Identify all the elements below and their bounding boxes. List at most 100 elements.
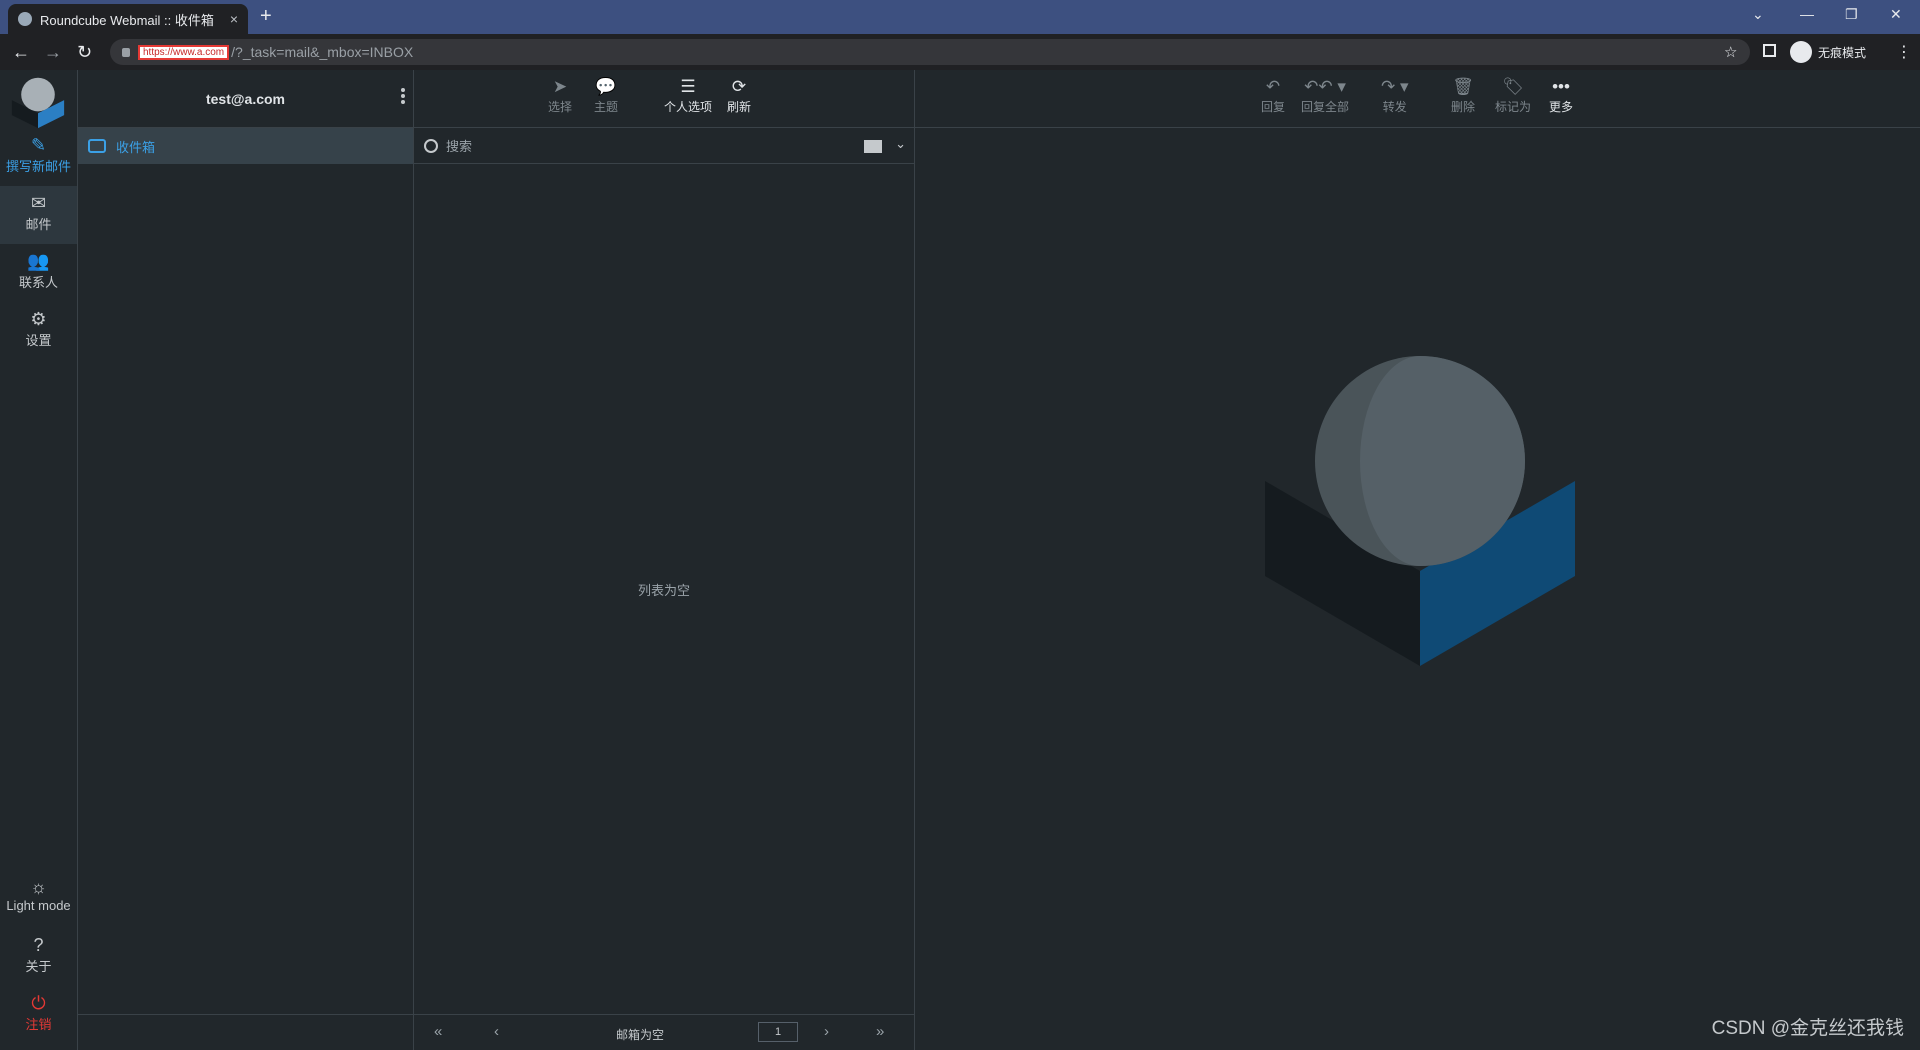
comments-icon: 💬	[595, 77, 617, 96]
envelope-filter-icon[interactable]	[864, 140, 882, 153]
bookmark-star-icon[interactable]: ☆	[1724, 43, 1737, 61]
folder-options-kebab-icon[interactable]	[401, 88, 405, 108]
sun-icon: ☼	[30, 877, 47, 897]
reply-all-label: 回复全部	[1301, 100, 1350, 114]
power-icon: ⏻	[31, 993, 46, 1013]
nav-contacts-label: 联系人	[18, 275, 58, 290]
envelope-icon: ✉	[30, 193, 47, 213]
sliders-icon: ☰	[680, 77, 696, 96]
account-name: test@a.com	[205, 90, 285, 107]
forward-icon: ↷ ▾	[1381, 77, 1409, 96]
url-host: https://www.a.com	[138, 44, 230, 60]
side-panel-icon[interactable]	[1763, 44, 1776, 57]
more-label: 更多	[1549, 100, 1574, 114]
roundcube-logo-icon[interactable]	[10, 74, 66, 130]
gear-icon: ⚙	[30, 309, 47, 329]
empty-list-message: 列表为空	[637, 583, 690, 598]
trash-icon: 🗑	[1452, 77, 1474, 96]
light-mode-label: Light mode	[6, 898, 71, 913]
tab-search-icon[interactable]: ⌄	[1752, 6, 1764, 23]
folder-item-inbox[interactable]: 收件箱	[78, 128, 413, 164]
cursor-icon: ➤	[552, 77, 568, 96]
threads-label: 主题	[594, 100, 619, 114]
search-icon	[424, 138, 438, 153]
mailbox-status: 邮箱为空	[616, 1028, 665, 1042]
previous-page-icon[interactable]: ‹	[494, 1023, 499, 1040]
logout-button[interactable]: ⏻ 注销	[0, 986, 77, 1044]
message-toolbar: ↶ 回复 ↶↶ ▾ 回复全部 ↷ ▾ 转发 🗑 删除 🏷 标记为 ••• 更多	[915, 70, 1920, 128]
url-field[interactable]: https://www.a.com /?_task=mail&_mbox=INB…	[110, 39, 1750, 65]
restore-icon[interactable]: ❐	[1845, 6, 1858, 23]
incognito-label: 无痕模式	[1818, 45, 1867, 60]
mark-label: 标记为	[1495, 100, 1532, 114]
mark-button[interactable]: 🏷 标记为	[1495, 76, 1531, 115]
nav-settings-label: 设置	[25, 333, 52, 348]
folder-pane-header: test@a.com	[78, 70, 413, 128]
compose-button[interactable]: ✎ 撰写新邮件	[0, 128, 77, 186]
more-button[interactable]: ••• 更多	[1549, 76, 1573, 115]
forward-label: 转发	[1382, 100, 1407, 114]
csdn-watermark: CSDN @金克丝还我钱	[1711, 1018, 1904, 1039]
browser-tab-bar: Roundcube Webmail :: 收件箱 × + ⌄ — ❐ ✕	[0, 0, 1920, 34]
close-window-icon[interactable]: ✕	[1890, 6, 1902, 23]
nav-mail[interactable]: ✉ 邮件	[0, 186, 77, 244]
reply-all-button[interactable]: ↶↶ ▾ 回复全部	[1301, 76, 1349, 115]
delete-button[interactable]: 🗑 删除	[1451, 76, 1475, 115]
search-input[interactable]: 搜索	[446, 136, 472, 155]
select-label: 选择	[548, 100, 573, 114]
roundcube-app: ✎ 撰写新邮件 ✉ 邮件 👥 联系人 ⚙ 设置 ☼ Light mode ? 关…	[0, 70, 1920, 1050]
reply-all-icon: ↶↶ ▾	[1304, 77, 1346, 96]
folder-pane-footer	[78, 1014, 413, 1050]
select-button[interactable]: ➤ 选择	[548, 76, 572, 115]
reply-label: 回复	[1261, 100, 1286, 114]
list-toolbar: ➤ 选择 💬 主题 ☰ 个人选项 ⟳ 刷新	[414, 70, 914, 128]
roundcube-favicon-icon	[18, 12, 32, 26]
about-label: 关于	[25, 959, 52, 974]
lock-icon	[122, 47, 130, 57]
reply-button[interactable]: ↶ 回复	[1261, 76, 1285, 115]
minimize-icon[interactable]: —	[1800, 6, 1814, 22]
chevron-down-icon[interactable]: ⌄	[895, 136, 906, 152]
logout-label: 注销	[25, 1017, 52, 1032]
message-preview-pane: ↶ 回复 ↶↶ ▾ 回复全部 ↷ ▾ 转发 🗑 删除 🏷 标记为 ••• 更多	[915, 70, 1920, 1050]
forward-button[interactable]: ↷ ▾ 转发	[1381, 76, 1409, 115]
compose-label: 撰写新邮件	[5, 159, 71, 174]
users-icon: 👥	[27, 251, 50, 271]
folder-item-label: 收件箱	[116, 139, 156, 155]
nav-contacts[interactable]: 👥 联系人	[0, 244, 77, 302]
new-tab-button[interactable]: +	[260, 5, 272, 28]
threads-button[interactable]: 💬 主题	[594, 76, 618, 115]
delete-label: 删除	[1451, 100, 1476, 114]
light-mode-button[interactable]: ☼ Light mode	[0, 870, 77, 928]
tab-title: Roundcube Webmail :: 收件箱	[40, 12, 214, 28]
list-options-button[interactable]: ☰ 个人选项	[664, 76, 712, 115]
tag-icon: 🏷	[1502, 77, 1524, 96]
browser-tab[interactable]: Roundcube Webmail :: 收件箱 ×	[8, 4, 248, 34]
incognito-badge[interactable]: 无痕模式	[1790, 40, 1866, 64]
compose-icon: ✎	[30, 135, 47, 155]
refresh-button[interactable]: ⟳ 刷新	[727, 76, 751, 115]
roundcube-watermark-logo-icon	[1265, 356, 1575, 666]
url-path: /?_task=mail&_mbox=INBOX	[231, 44, 414, 60]
refresh-icon: ⟳	[731, 77, 747, 96]
folder-pane: test@a.com 收件箱	[78, 70, 414, 1050]
nav-settings[interactable]: ⚙ 设置	[0, 302, 77, 360]
search-bar[interactable]: 搜索 ⌄	[414, 128, 914, 164]
list-pagination: « ‹ 邮箱为空 › »	[414, 1014, 914, 1050]
page-number-input[interactable]	[758, 1022, 798, 1042]
refresh-label: 刷新	[727, 100, 752, 114]
reply-icon: ↶	[1265, 77, 1281, 96]
last-page-icon[interactable]: »	[876, 1023, 884, 1040]
next-page-icon[interactable]: ›	[824, 1023, 829, 1040]
browser-address-bar: ← → ↻ https://www.a.com /?_task=mail&_mb…	[0, 34, 1920, 70]
back-arrow-icon[interactable]: ←	[12, 42, 30, 63]
about-button[interactable]: ? 关于	[0, 928, 77, 986]
forward-arrow-icon[interactable]: →	[44, 42, 62, 63]
first-page-icon[interactable]: «	[434, 1023, 442, 1040]
tab-close-icon[interactable]: ×	[230, 11, 238, 27]
inbox-icon	[88, 139, 106, 153]
nav-mail-label: 邮件	[25, 217, 52, 232]
list-options-label: 个人选项	[664, 100, 713, 114]
browser-menu-icon[interactable]: ⋮	[1896, 42, 1912, 62]
reload-icon[interactable]: ↻	[77, 42, 92, 63]
